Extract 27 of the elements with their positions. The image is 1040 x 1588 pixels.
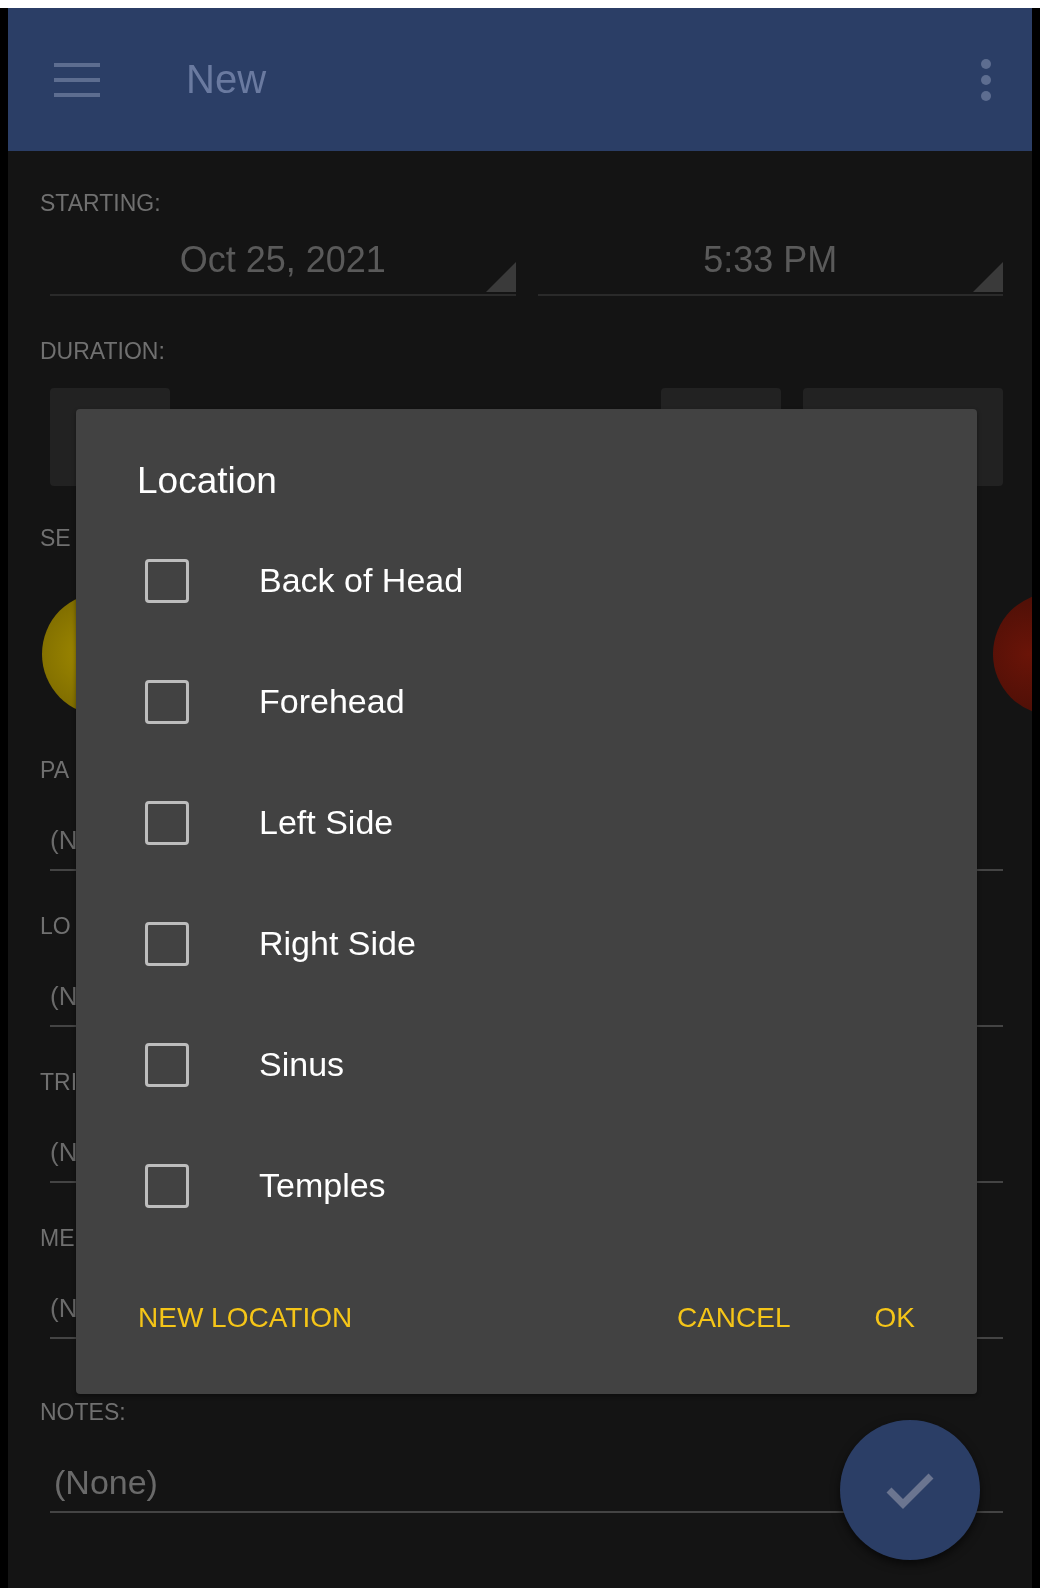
option-item[interactable]: Forehead (76, 641, 977, 762)
field-label: SE (40, 524, 71, 553)
option-item[interactable]: Right Side (76, 883, 977, 1004)
option-item[interactable]: Back of Head (76, 520, 977, 641)
checkbox[interactable] (145, 679, 189, 724)
screen-title: New (186, 57, 268, 102)
checkbox[interactable] (145, 558, 189, 603)
checkbox[interactable] (145, 921, 189, 966)
dialog-button[interactable]: NEW LOCATION (126, 1292, 365, 1344)
field-label: NOTES: (40, 1398, 126, 1427)
dialog-button[interactable]: OK (862, 1292, 927, 1344)
checkbox[interactable] (145, 800, 189, 845)
field-label: PA (40, 756, 69, 785)
checkbox[interactable] (145, 1042, 189, 1087)
option-item[interactable]: Left Side (76, 762, 977, 883)
dialog-title: Location (137, 459, 278, 503)
field-label: ME (40, 1224, 75, 1253)
field-label: STARTING: (40, 189, 161, 218)
checkbox[interactable] (145, 1163, 189, 1208)
dropdown-corner-icon (973, 262, 1003, 292)
dropdown-corner-icon (485, 262, 516, 292)
option-item[interactable]: Sinus (76, 1004, 977, 1125)
field-label: LO (40, 912, 71, 941)
field-label: TRI (40, 1068, 78, 1097)
option-item[interactable]: Temples (76, 1125, 977, 1246)
field-label: DURATION: (40, 337, 165, 366)
dialog-button[interactable]: CANCEL (664, 1292, 803, 1344)
